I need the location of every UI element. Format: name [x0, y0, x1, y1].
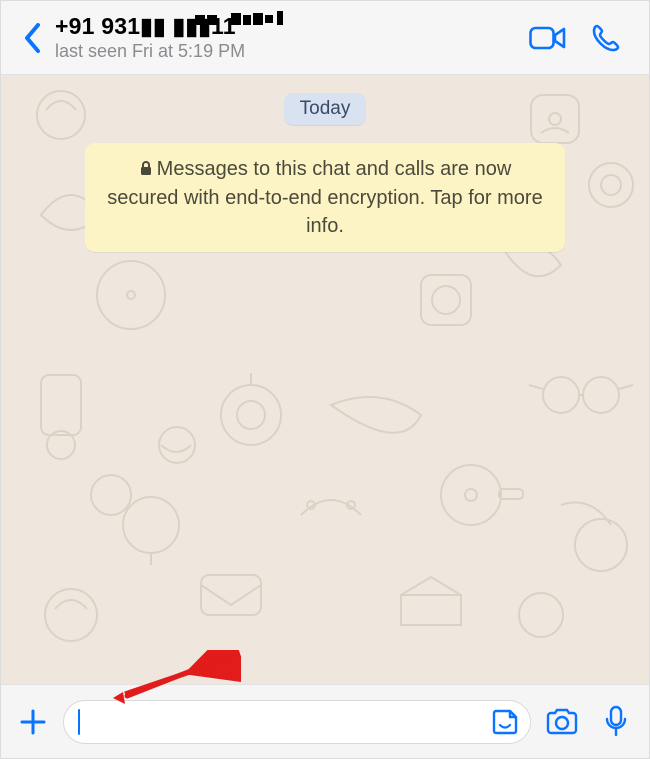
last-seen-status: last seen Fri at 5:19 PM [55, 41, 519, 62]
input-bar [1, 684, 649, 758]
voice-call-button[interactable] [577, 18, 635, 58]
attach-button[interactable] [11, 700, 55, 744]
encryption-notice-text: Messages to this chat and calls are now … [107, 158, 542, 237]
phone-icon [591, 23, 621, 53]
video-camera-icon [529, 25, 567, 51]
message-input-container[interactable] [63, 700, 531, 744]
video-call-button[interactable] [519, 18, 577, 58]
camera-icon [545, 708, 579, 736]
message-input[interactable] [84, 710, 488, 733]
sticker-icon [491, 708, 519, 736]
lock-icon [139, 156, 153, 184]
date-separator: Today [284, 93, 367, 125]
back-button[interactable] [15, 18, 49, 58]
sticker-button[interactable] [488, 705, 522, 739]
voice-message-button[interactable] [593, 700, 639, 744]
camera-button[interactable] [539, 700, 585, 744]
contact-info[interactable]: +91 931▮▮ ▮▮▮11 last seen Fri at 5:19 PM [49, 13, 519, 62]
encryption-notice[interactable]: Messages to this chat and calls are now … [85, 143, 565, 252]
microphone-icon [604, 705, 628, 739]
chat-header: +91 931▮▮ ▮▮▮11 last seen Fri at 5:19 PM [1, 1, 649, 75]
chat-area[interactable]: Today Messages to this chat and calls ar… [1, 75, 649, 684]
text-cursor [78, 709, 80, 735]
plus-icon [18, 707, 48, 737]
chevron-left-icon [23, 22, 41, 54]
contact-name: +91 931▮▮ ▮▮▮11 [55, 13, 519, 39]
